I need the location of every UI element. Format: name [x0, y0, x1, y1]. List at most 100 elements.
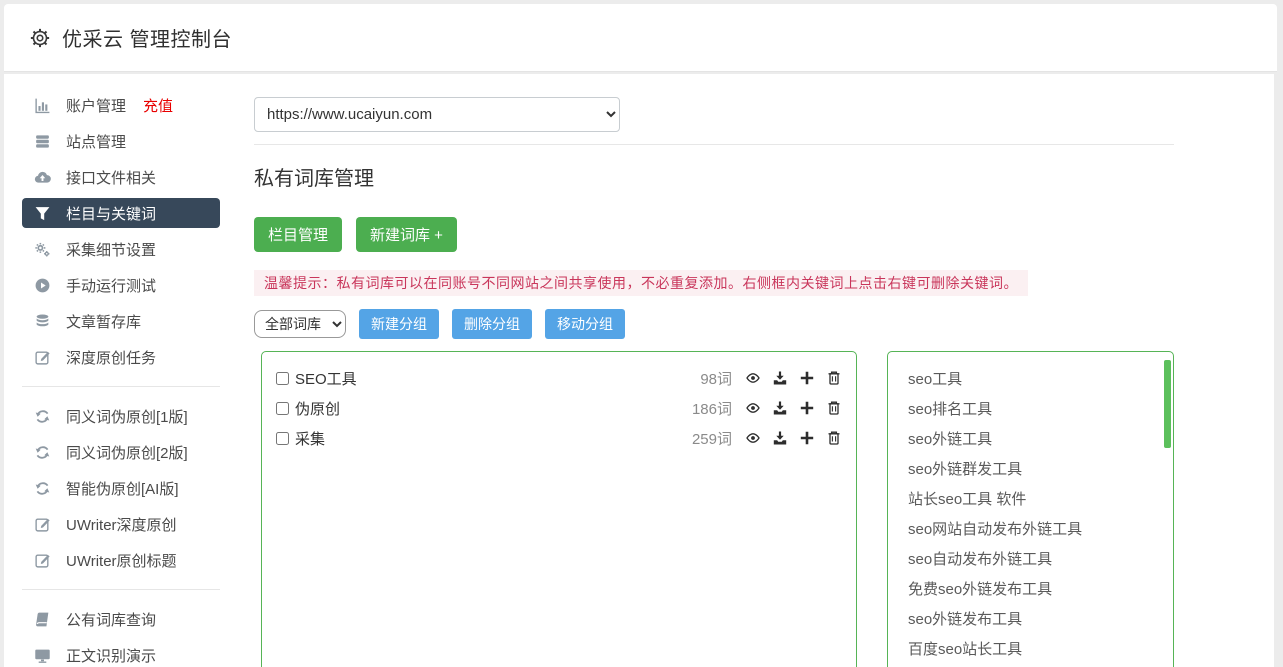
sidebar-item-label: 同义词伪原创[1版]	[66, 408, 188, 426]
sidebar-item-label: 同义词伪原创[2版]	[66, 444, 188, 462]
monitor-icon	[34, 647, 51, 664]
new-thesaurus-button[interactable]: 新建词库 +	[356, 217, 457, 252]
sidebar-item-label: 栏目与关键词	[66, 205, 157, 223]
edit-icon	[34, 516, 51, 533]
thesaurus-checkbox[interactable]	[276, 371, 289, 385]
move-group-button[interactable]: 移动分组	[545, 309, 625, 339]
add-icon[interactable]	[799, 430, 815, 446]
main-card: 账户管理 充值 站点管理 接口文件相关 栏目与关键词 采集细节设置 手动运行测试…	[4, 74, 1274, 667]
cloud-upload-icon	[34, 169, 51, 186]
sidebar-item-label: UWriter原创标题	[66, 552, 177, 570]
sidebar-item-synonym-v2[interactable]: 同义词伪原创[2版]	[22, 437, 220, 467]
sidebar: 账户管理 充值 站点管理 接口文件相关 栏目与关键词 采集细节设置 手动运行测试…	[22, 90, 220, 667]
download-icon[interactable]	[772, 430, 788, 446]
server-icon	[34, 133, 51, 150]
sidebar-item-collection-settings[interactable]: 采集细节设置	[22, 234, 220, 264]
keyword-item[interactable]: seo外链发布工具	[908, 605, 1153, 635]
thesaurus-name: 采集	[295, 430, 326, 448]
sidebar-item-label: 公有词库查询	[66, 611, 157, 629]
view-icon[interactable]	[745, 370, 761, 386]
tip-banner: 温馨提示：私有词库可以在同账号不同网站之间共享使用，不必重复添加。右侧框内关键词…	[254, 270, 1028, 296]
keyword-item[interactable]: seo外链群发工具	[908, 455, 1153, 485]
refresh-icon	[34, 480, 51, 497]
delete-icon[interactable]	[826, 430, 842, 446]
sidebar-item-uwriter-deep[interactable]: UWriter深度原创	[22, 509, 220, 539]
sidebar-item-sites[interactable]: 站点管理	[22, 126, 220, 156]
recharge-badge[interactable]: 充值	[143, 95, 173, 116]
keyword-item[interactable]: seo工具	[908, 365, 1153, 395]
sidebar-item-uwriter-title[interactable]: UWriter原创标题	[22, 545, 220, 575]
sidebar-item-label: 智能伪原创[AI版]	[66, 480, 179, 498]
download-icon[interactable]	[772, 370, 788, 386]
download-icon[interactable]	[772, 400, 788, 416]
keyword-item[interactable]: 站长seo工具 软件	[908, 485, 1153, 515]
keyword-item[interactable]: seo排名工具	[908, 395, 1153, 425]
view-icon[interactable]	[745, 400, 761, 416]
sidebar-item-account[interactable]: 账户管理 充值	[22, 90, 220, 120]
delete-group-button[interactable]: 删除分组	[452, 309, 532, 339]
sidebar-item-interface-files[interactable]: 接口文件相关	[22, 162, 220, 192]
sidebar-item-label: UWriter深度原创	[66, 516, 177, 534]
sidebar-item-synonym-v1[interactable]: 同义词伪原创[1版]	[22, 401, 220, 431]
view-icon[interactable]	[745, 430, 761, 446]
word-count: 259词	[691, 430, 732, 448]
play-circle-icon	[34, 277, 51, 294]
app-title: 优采云 管理控制台	[62, 29, 233, 51]
sidebar-item-label: 接口文件相关	[66, 169, 157, 187]
keyword-item[interactable]: 百度seo站长工具	[908, 635, 1153, 665]
gear-icon	[30, 28, 50, 48]
new-group-button[interactable]: 新建分组	[359, 309, 439, 339]
thesaurus-row: 伪原创 186词	[276, 393, 842, 423]
keyword-item[interactable]: seo网站自动发布外链工具	[908, 515, 1153, 545]
sidebar-item-manual-run-test[interactable]: 手动运行测试	[22, 270, 220, 300]
site-select[interactable]: https://www.ucaiyun.com	[254, 97, 620, 132]
content-divider	[254, 144, 1174, 145]
keyword-scrollbar-thumb[interactable]	[1164, 360, 1171, 448]
keyword-item[interactable]: seo外链工具	[908, 425, 1153, 455]
delete-icon[interactable]	[826, 400, 842, 416]
gears-icon	[34, 241, 51, 258]
thesaurus-row: SEO工具 98词	[276, 363, 842, 393]
add-icon[interactable]	[799, 370, 815, 386]
page-title: 私有词库管理	[254, 168, 374, 190]
bar-chart-icon	[34, 97, 51, 114]
primary-actions: 栏目管理 新建词库 +	[254, 217, 1174, 252]
sidebar-divider	[22, 589, 220, 590]
add-icon[interactable]	[799, 400, 815, 416]
boxes-row: SEO工具 98词 伪原创 186词 采集 259词 seo工具 seo排名工具…	[254, 351, 1174, 667]
thesaurus-filter-select[interactable]: 全部词库	[254, 310, 346, 338]
sidebar-item-label: 账户管理	[66, 97, 127, 115]
book-icon	[34, 611, 51, 628]
sidebar-item-columns-keywords[interactable]: 栏目与关键词	[22, 198, 220, 228]
refresh-icon	[34, 408, 51, 425]
thesaurus-checkbox[interactable]	[276, 431, 289, 445]
refresh-icon	[34, 444, 51, 461]
column-manage-button[interactable]: 栏目管理	[254, 217, 343, 252]
filter-icon	[34, 205, 51, 222]
sidebar-item-label: 采集细节设置	[66, 241, 157, 259]
keyword-item[interactable]: seo自动发布外链工具	[908, 545, 1153, 575]
word-count: 98词	[700, 370, 732, 388]
thesaurus-name: SEO工具	[295, 370, 357, 388]
sidebar-item-label: 手动运行测试	[66, 277, 157, 295]
sidebar-item-label: 站点管理	[66, 133, 127, 151]
sidebar-item-public-thesaurus[interactable]: 公有词库查询	[22, 604, 220, 634]
sidebar-item-label: 深度原创任务	[66, 349, 157, 367]
keyword-item[interactable]: 免费seo外链发布工具	[908, 575, 1153, 605]
sidebar-item-article-staging[interactable]: 文章暂存库	[22, 306, 220, 336]
database-icon	[34, 313, 51, 330]
sidebar-item-label: 文章暂存库	[66, 313, 142, 331]
sidebar-item-label: 正文识别演示	[66, 647, 157, 665]
thesaurus-checkbox[interactable]	[276, 401, 289, 415]
word-count: 186词	[691, 400, 732, 418]
sidebar-item-ai-pseudo-original[interactable]: 智能伪原创[AI版]	[22, 473, 220, 503]
thesaurus-row: 采集 259词	[276, 423, 842, 453]
keyword-list-box: seo工具 seo排名工具 seo外链工具 seo外链群发工具 站长seo工具 …	[887, 351, 1174, 667]
delete-icon[interactable]	[826, 370, 842, 386]
edit-icon	[34, 349, 51, 366]
group-controls: 全部词库 新建分组 删除分组 移动分组	[254, 309, 1174, 339]
sidebar-item-body-recognition-demo[interactable]: 正文识别演示	[22, 640, 220, 667]
sidebar-item-deep-original-task[interactable]: 深度原创任务	[22, 342, 220, 372]
thesaurus-list-box: SEO工具 98词 伪原创 186词 采集 259词	[261, 351, 857, 667]
thesaurus-name: 伪原创	[295, 400, 341, 418]
